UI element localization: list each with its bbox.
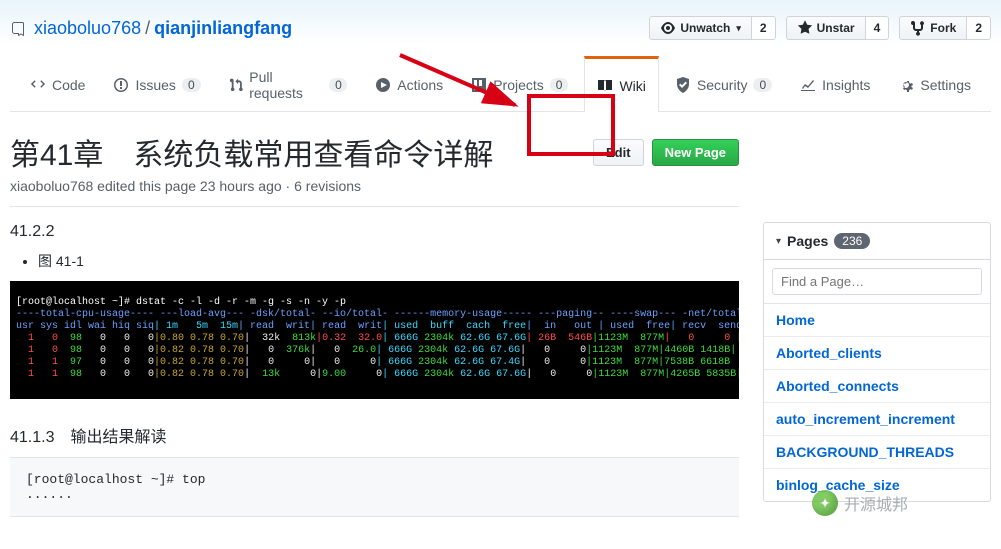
top-code: [root@localhost ~]# top ...... [10,457,739,517]
watch-count[interactable]: 2 [752,16,776,40]
sidebar-link[interactable]: Aborted_clients [764,336,990,369]
tab-code[interactable]: Code [18,56,97,111]
section-41-1-3: 41.1.3 输出结果解读 [10,423,739,447]
shield-icon [675,77,691,93]
play-icon [375,77,391,93]
fork-icon [910,20,926,36]
wiki-sidebar: ▾ Pages 236 Home Aborted_clients Aborted… [763,222,991,502]
tab-insights[interactable]: Insights [788,56,882,111]
repo-tabs: Code Issues 0 Pull requests 0 Actions Pr… [10,56,991,112]
fork-count[interactable]: 2 [967,16,991,40]
find-page-input[interactable] [772,268,982,295]
star-icon [797,20,813,36]
sidebar-link[interactable]: auto_increment_increment [764,402,990,435]
wiki-sub: xiaoboluo768 edited this page 23 hours a… [10,178,739,194]
book-icon [597,78,613,94]
dstat-terminal: [root@localhost ~]# dstat -c -l -d -r -m… [10,281,739,399]
tab-settings[interactable]: Settings [886,56,983,111]
repo-name-link[interactable]: qianjinliangfang [154,18,292,39]
tab-issues[interactable]: Issues 0 [101,56,212,111]
figure-label: 图 41-1 [38,251,739,271]
fork-button[interactable]: Fork [899,16,967,40]
new-page-button[interactable]: New Page [652,139,739,166]
edit-button[interactable]: Edit [593,139,644,166]
pages-count: 236 [834,233,870,249]
graph-icon [800,77,816,93]
repo-actions: Unwatch▾ 2 Unstar 4 Fork 2 [649,16,991,40]
tab-wiki[interactable]: Wiki [584,56,658,112]
sidebar-link[interactable]: binlog_cache_size [764,468,990,501]
sidebar-link[interactable]: Home [764,304,990,336]
gear-icon [898,77,914,93]
repo-icon [10,18,26,39]
pr-icon [229,77,244,93]
chevron-down-icon: ▾ [776,236,781,247]
unstar-button[interactable]: Unstar [786,16,866,40]
sidebar-link[interactable]: BACKGROUND_THREADS [764,435,990,468]
repo-title: xiaoboluo768 / qianjinliangfang [10,18,292,39]
unwatch-button[interactable]: Unwatch▾ [649,16,752,40]
sidebar-link[interactable]: Aborted_connects [764,369,990,402]
tab-security[interactable]: Security 0 [663,56,784,111]
tab-pull-requests[interactable]: Pull requests 0 [217,56,360,111]
code-icon [30,77,46,93]
eye-icon [660,20,676,36]
pages-toggle[interactable]: ▾ Pages 236 [764,223,990,260]
project-icon [471,77,487,93]
star-count[interactable]: 4 [866,16,890,40]
tab-projects[interactable]: Projects 0 [459,56,580,111]
wiki-page-title: 第41章 系统负载常用查看命令详解 [10,130,493,174]
repo-owner-link[interactable]: xiaoboluo768 [34,18,141,39]
section-41-2-2: 41.2.2 [10,223,739,241]
tab-actions[interactable]: Actions [363,56,455,111]
issue-icon [113,77,129,93]
